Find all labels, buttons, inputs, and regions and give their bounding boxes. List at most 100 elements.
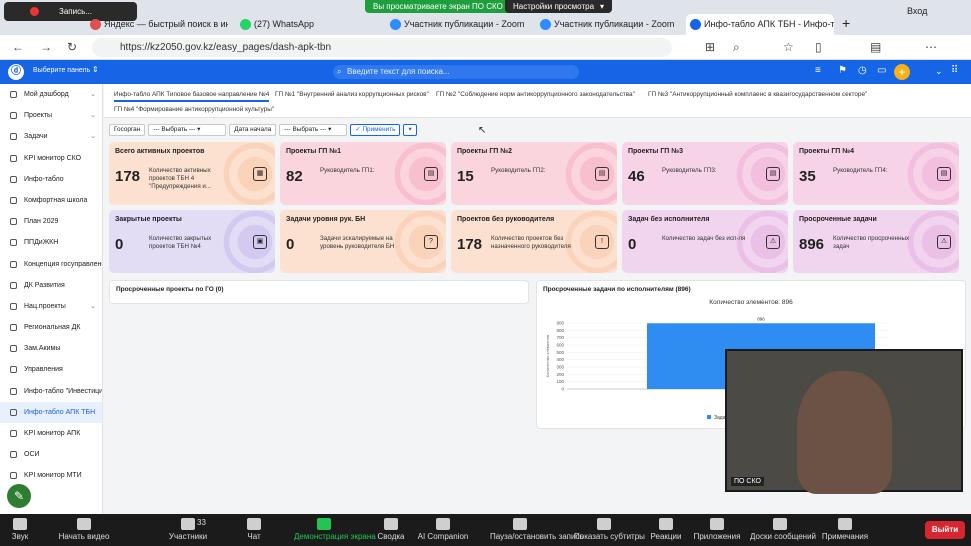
zoom-control[interactable]: Показать субтитры xyxy=(574,514,645,546)
zoom-control[interactable]: Доски сообщений xyxy=(750,514,816,546)
kpi-card-description: Количество закрытых проектов ТБН №4 xyxy=(149,235,212,250)
kpi-card[interactable]: Задачи уровня рук. БН 0 Задачи эскалируемы… xyxy=(280,210,446,273)
url-input[interactable]: https://kz2050.gov.kz/easy_pages/dash-ap… xyxy=(92,38,672,57)
chevron-down-icon: ▾ xyxy=(600,2,605,11)
forward-arrow-icon[interactable]: → xyxy=(40,40,52,54)
zoom-control[interactable]: AI Companion xyxy=(413,514,473,546)
sidebar-item[interactable]: Комфортная школа xyxy=(0,190,102,211)
sidebar-item[interactable]: Концепция госуправления xyxy=(0,254,102,275)
sidebar-item[interactable]: Инфо-табло xyxy=(0,169,102,190)
reload-icon[interactable]: ↻ xyxy=(67,40,77,54)
flag-icon[interactable]: ⚑ xyxy=(838,65,847,76)
kpi-card[interactable]: Проекты ГП №2 15 Руководитель ГП2: ▤ xyxy=(451,142,617,205)
tab-gp4[interactable]: ГП №4 "Формирование антикоррупционной ку… xyxy=(114,106,274,113)
chevron-updown-icon[interactable]: ⇕ xyxy=(92,65,99,74)
apply-dropdown-button[interactable]: ▾ xyxy=(403,124,417,136)
sidebar-item[interactable]: ОСИ xyxy=(0,444,102,465)
sidebar-item-label: Зам.Акимы xyxy=(24,345,61,353)
filter-icon[interactable]: ≡ xyxy=(815,65,821,76)
zoom-control[interactable]: Демонстрация экрана xyxy=(294,514,376,546)
view-settings-button[interactable]: Настройки просмотра ▾ xyxy=(505,0,613,13)
apps-icon[interactable]: ⊞ xyxy=(705,40,715,54)
sidebar-item[interactable]: Проекты ⌄ xyxy=(0,105,102,126)
app-logo-icon: ⓓ xyxy=(8,64,24,80)
zoom-control[interactable]: Чат xyxy=(224,514,284,546)
favorite-star-icon[interactable]: ☆ xyxy=(783,40,794,54)
tab-overview[interactable]: Инфо-табло АПК Типовое базовое направлен… xyxy=(114,91,270,102)
browser-tab-zoom-1[interactable]: Участник публикации - Zoom xyxy=(386,14,528,35)
zoom-control[interactable]: Начать видео xyxy=(54,514,114,546)
chevron-down-icon[interactable]: ⌄ xyxy=(935,66,943,77)
more-icon[interactable]: ⋯ xyxy=(925,40,937,54)
sidebar-item-icon xyxy=(10,324,17,332)
kpi-card[interactable]: Всего активных проектов 178 Количество акт… xyxy=(109,142,275,205)
sidebar-item[interactable]: KPI монитор АПК xyxy=(0,423,102,444)
tab-gp2[interactable]: ГП №2 "Соблюдение норм антикоррупционног… xyxy=(436,91,635,98)
kpi-card[interactable]: Закрытые проекты 0 Количество закрытых про… xyxy=(109,210,275,273)
sidebar-item[interactable]: Зам.Акимы xyxy=(0,338,102,359)
grid-menu-icon[interactable]: ⠿ xyxy=(951,65,958,76)
sidebar-item[interactable]: Задачи ⌄ xyxy=(0,126,102,147)
browser-tab-yandex[interactable]: Яндекс — быстрый поиск в инт xyxy=(86,14,228,35)
zoom-control[interactable]: Примечания xyxy=(815,514,875,546)
sidebar-item[interactable]: Нац.проекты ⌄ xyxy=(0,296,102,317)
tab-gp3[interactable]: ГП №3 "Антикоррупционный комплаенс в ква… xyxy=(648,91,867,98)
apply-button[interactable]: ✓ Применить xyxy=(350,124,401,136)
add-button[interactable]: + xyxy=(894,64,910,80)
sidebar-item[interactable]: KPI монитор СКО xyxy=(0,148,102,169)
kpi-card-description: Количество задач без исп-ля xyxy=(662,235,746,242)
browser-tab-whatsapp[interactable]: (27) WhatsApp xyxy=(236,14,378,35)
sidebar-item[interactable]: ДК Развития xyxy=(0,275,102,296)
sidebar-item-icon xyxy=(10,408,17,416)
sidebar-item-icon xyxy=(10,345,17,353)
signin-label[interactable]: Вход xyxy=(907,6,927,16)
new-tab-button[interactable]: + xyxy=(842,15,850,31)
global-search-input[interactable]: ⌕ Введите текст для поиска... xyxy=(333,65,579,79)
clock-icon[interactable]: ◷ xyxy=(858,65,867,76)
date-select[interactable]: --- Выбрать --- ▾ xyxy=(279,124,348,136)
zoom-control-icon xyxy=(773,518,787,530)
collections-icon[interactable]: ▤ xyxy=(870,40,881,54)
calendar-icon[interactable]: ▭ xyxy=(877,65,886,76)
org-select[interactable]: --- Выбрать --- ▾ xyxy=(148,124,227,136)
kpi-card[interactable]: Проекты ГП №4 35 Руководитель ГП4: ▤ xyxy=(793,142,959,205)
sidebar-item-icon xyxy=(10,451,17,459)
kpi-card-icon: ? xyxy=(424,235,438,249)
kpi-card[interactable]: Задач без исполнителя 0 Количество задач б… xyxy=(622,210,788,273)
split-screen-icon[interactable]: ▯ xyxy=(815,40,822,54)
sidebar-item[interactable]: Инфо-табло АПК ТБН xyxy=(0,401,102,423)
zoom-control[interactable]: Сводка xyxy=(361,514,421,546)
sidebar-item-label: Региональная ДК xyxy=(24,324,81,332)
zoom-icon[interactable]: ⌕ xyxy=(733,40,740,55)
kpi-card[interactable]: Просроченные задачи 896 Количество просроч… xyxy=(793,210,959,273)
zoom-control[interactable]: Звук xyxy=(0,514,50,546)
kpi-card-value: 0 xyxy=(286,236,295,253)
sidebar-item[interactable]: ППДиЖКН xyxy=(0,232,102,253)
edit-pencil-icon[interactable]: ✎ xyxy=(7,484,31,508)
kpi-card[interactable]: Проекты ГП №3 46 Руководитель ГП3: ▤ xyxy=(622,142,788,205)
sidebar-item[interactable]: План 2029 xyxy=(0,211,102,232)
y-tick-label: 400 xyxy=(556,357,564,362)
sidebar-item[interactable]: Региональная ДК xyxy=(0,317,102,338)
leave-meeting-button[interactable]: Выйти xyxy=(925,521,965,539)
panel-select[interactable]: Выберите панель xyxy=(33,67,90,74)
kpi-card[interactable]: Проекты ГП №1 82 Руководитель ГП1: ▤ xyxy=(280,142,446,205)
chart-title: Количество элементов: 896 xyxy=(709,299,793,306)
sidebar-item[interactable]: Мой дэшборд ⌄ xyxy=(0,84,102,105)
sidebar-item[interactable]: Управления xyxy=(0,359,102,380)
kpi-card-value: 178 xyxy=(457,236,483,253)
kpi-card[interactable]: Проектов без руководителя 178 Количество п… xyxy=(451,210,617,273)
browser-tab-dashboard[interactable]: Инфо-табло АПК ТБН - Инфо-т xyxy=(686,14,834,35)
sidebar-item[interactable]: Инфо-табло "Инвестиционны xyxy=(0,381,102,402)
tab-gp1[interactable]: ГП №1 "Внутренний анализ коррупционных р… xyxy=(275,91,429,98)
back-arrow-icon[interactable]: ← xyxy=(12,40,24,54)
kpi-card-value: 82 xyxy=(286,168,303,185)
browser-tab-zoom-2[interactable]: Участник публикации - Zoom xyxy=(536,14,678,35)
kpi-card-title: Закрытые проекты xyxy=(115,216,182,223)
zoom-control[interactable]: Пауза/остановить запись xyxy=(490,514,584,546)
zoom-control[interactable]: Участники xyxy=(158,514,218,546)
participant-face-placeholder xyxy=(797,371,892,494)
participant-video[interactable]: ПО СКО xyxy=(725,349,963,494)
kpi-card-title: Проекты ГП №4 xyxy=(799,148,854,155)
zoom-control[interactable]: Приложения xyxy=(687,514,747,546)
